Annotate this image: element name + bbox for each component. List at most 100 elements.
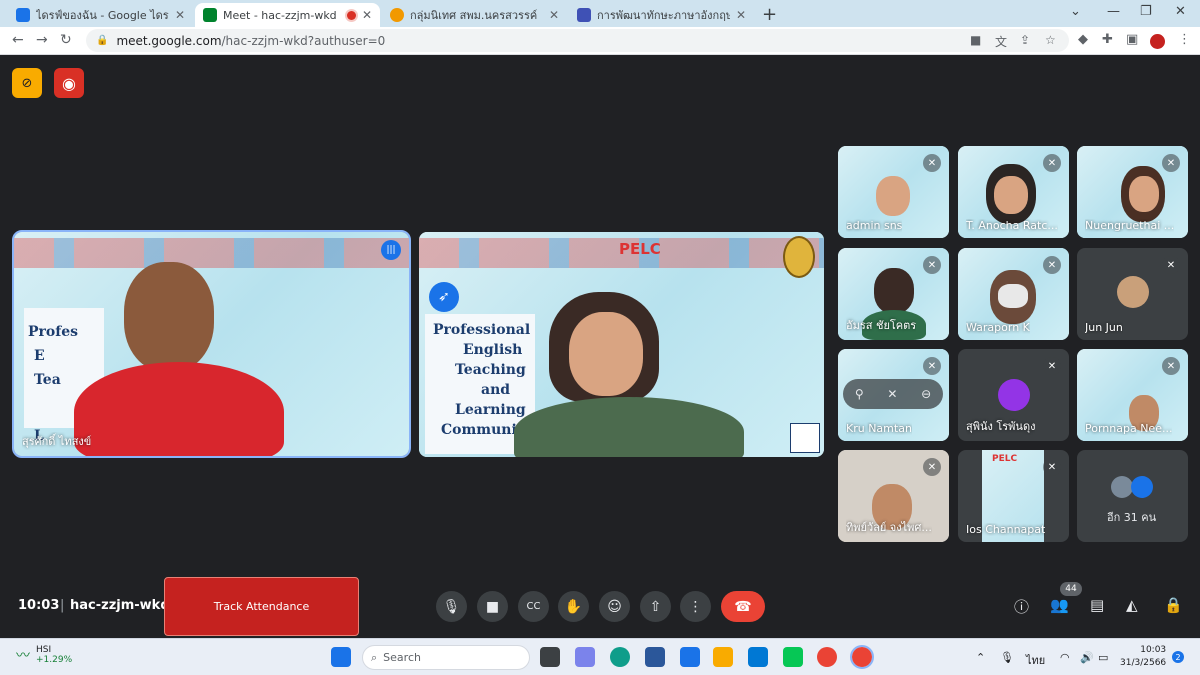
participant-tile[interactable]: PELC ✕ Ios Channapat <box>958 450 1069 542</box>
present-screen-button[interactable]: ⇧ <box>640 591 671 622</box>
tab-supervision-group[interactable]: กลุ่มนิเทศ สพม.นครสวรรค์ ✕ <box>382 3 567 27</box>
extension-icon[interactable]: ◆ <box>1078 32 1088 47</box>
tab-meet[interactable]: Meet - hac-zzjm-wkd ✕ <box>195 3 380 27</box>
participant-tile[interactable]: ✕ Nuengruethai ... <box>1077 146 1188 238</box>
participant-name: Waraporn K <box>966 321 1030 334</box>
participant-tile[interactable]: ✕ Pornnapa Nee... <box>1077 349 1188 441</box>
reload-icon[interactable]: ↻ <box>60 32 72 48</box>
close-tab-icon[interactable]: ✕ <box>175 8 185 22</box>
participant-tile[interactable]: ✕ Waraporn K <box>958 248 1069 340</box>
activities-icon[interactable]: ◭ <box>1126 596 1138 614</box>
close-window-button[interactable]: ✕ <box>1175 4 1186 19</box>
new-tab-button[interactable]: + <box>762 4 777 25</box>
meeting-info-icon[interactable]: ⓘ <box>1014 596 1029 617</box>
participant-tile[interactable]: ✕ T. Anocha Ratc... <box>958 146 1069 238</box>
browser-toolbar: ← → ↻ 🔒 meet.google.com/hac-zzjm-wkd?aut… <box>0 27 1200 55</box>
stock-widget[interactable]: 〰 HSI +1.29% <box>16 645 72 665</box>
leave-call-button[interactable]: ☎ <box>721 591 765 622</box>
chat-icon[interactable]: ▤ <box>1090 596 1104 614</box>
chrome-icon[interactable] <box>817 647 837 667</box>
slide-text-line: Teaching <box>455 362 526 378</box>
url-path: /hac-zzjm-wkd?authuser=0 <box>221 33 386 48</box>
tab-english-development[interactable]: การพัฒนาทักษะภาษาอังกฤษ English ✕ <box>569 3 754 27</box>
more-participants-tile[interactable]: อีก 31 คน <box>1077 450 1188 542</box>
volume-icon[interactable]: 🔊 <box>1080 651 1094 664</box>
remove-participant-icon[interactable]: ⊖ <box>921 387 931 401</box>
taskbar-search[interactable]: ⌕ Search <box>362 645 530 670</box>
menu-kebab-icon[interactable]: ⋮ <box>1178 32 1191 47</box>
camera-in-use-icon[interactable]: ■ <box>970 33 981 47</box>
profile-avatar[interactable] <box>1150 34 1165 49</box>
forward-icon[interactable]: → <box>36 32 48 48</box>
captions-button[interactable]: CC <box>518 591 549 622</box>
mic-off-icon: ✕ <box>1043 256 1061 274</box>
main-video-tile-presenter[interactable]: PELC ➶ Professional English Teaching and… <box>419 232 824 457</box>
raise-hand-button[interactable]: ✋ <box>558 591 589 622</box>
pin-icon[interactable]: ⚲ <box>855 387 864 401</box>
microphone-button[interactable]: 🎙 <box>436 591 467 622</box>
share-icon[interactable]: ⇪ <box>1020 33 1030 47</box>
participant-tile[interactable]: ✕ Jun Jun <box>1077 248 1188 340</box>
close-tab-icon[interactable]: ✕ <box>549 8 559 22</box>
host-controls-icon[interactable]: 🔒 <box>1164 596 1183 614</box>
mute-participant-icon[interactable]: ✕ <box>887 387 897 401</box>
tab-search-icon[interactable]: ⌄ <box>1070 4 1081 19</box>
microphone-tray-icon[interactable]: 🎙 <box>1000 651 1014 664</box>
people-icon[interactable]: 👥 <box>1050 596 1069 614</box>
main-video-tile-speaker[interactable]: Profes E Tea L ||| สุรศักดิ์ ไทสงข์ <box>12 230 411 458</box>
address-bar[interactable]: 🔒 meet.google.com/hac-zzjm-wkd?authuser=… <box>86 29 1069 52</box>
participant-tile[interactable]: ⚲ ✕ ⊖ ✕ Kru Namtan <box>838 349 949 441</box>
wifi-icon[interactable]: ◠ <box>1060 651 1070 664</box>
lock-icon[interactable]: 🔒 <box>96 35 108 46</box>
file-explorer-icon[interactable] <box>713 647 733 667</box>
chrome-profile-icon[interactable] <box>850 645 874 669</box>
meeting-code: hac-zzjm-wkd <box>70 598 170 613</box>
reactions-button[interactable]: ☺ <box>599 591 630 622</box>
mic-off-icon: ✕ <box>1043 458 1061 476</box>
camera-off-indicator-icon[interactable]: ⊘ <box>12 68 42 98</box>
camera-button[interactable]: ■ <box>477 591 508 622</box>
close-tab-icon[interactable]: ✕ <box>736 8 746 22</box>
input-language[interactable]: ไทย <box>1026 651 1045 669</box>
close-tab-icon[interactable]: ✕ <box>362 8 372 22</box>
participant-name: สุพินัง โรพันดุง <box>966 420 1036 433</box>
google-meet-icon <box>203 8 217 22</box>
back-icon[interactable]: ← <box>12 32 24 48</box>
word-icon[interactable] <box>645 647 665 667</box>
minimize-button[interactable]: — <box>1107 4 1120 19</box>
taskbar-clock[interactable]: 10:03 31/3/2566 <box>1120 644 1166 670</box>
participant-tile[interactable]: ✕ สุพินัง โรพันดุง <box>958 349 1069 441</box>
edge-icon[interactable] <box>610 647 630 667</box>
tray-overflow-icon[interactable]: ⌃ <box>976 651 985 664</box>
mail-icon[interactable] <box>748 647 768 667</box>
browser-tab-strip: ไดรฟ์ของฉัน - Google ไดรฟ์ ✕ Meet - hac-… <box>0 0 1200 27</box>
tab-google-drive[interactable]: ไดรฟ์ของฉัน - Google ไดรฟ์ ✕ <box>8 3 193 27</box>
translate-icon[interactable]: 文 <box>995 33 1007 50</box>
camera-icon: ■ <box>485 598 500 615</box>
mic-off-icon: ✕ <box>1043 357 1061 375</box>
recording-icon[interactable]: ◉ <box>54 68 84 98</box>
meeting-time: 10:03 <box>18 598 60 613</box>
restore-button[interactable]: ❐ <box>1140 4 1152 19</box>
notification-badge[interactable]: 2 <box>1172 651 1184 663</box>
participant-name: Ios Channapat <box>966 523 1046 536</box>
participant-tile[interactable]: ✕ อัมรส ชัยโคตร <box>838 248 949 340</box>
participant-tile[interactable]: ✕ admin sns <box>838 146 949 238</box>
bookmark-star-icon[interactable]: ☆ <box>1045 33 1056 47</box>
more-options-button[interactable]: ⋮ <box>680 591 711 622</box>
participant-name: Kru Namtan <box>846 422 912 435</box>
mic-off-icon: ✕ <box>1162 357 1180 375</box>
task-view-icon[interactable] <box>540 647 560 667</box>
teams-chat-icon[interactable] <box>575 647 595 667</box>
side-panel-icon[interactable]: ▣ <box>1126 32 1138 47</box>
recording-indicator-icon <box>346 10 356 20</box>
line-icon[interactable] <box>783 647 803 667</box>
track-attendance-button[interactable]: Track Attendance <box>164 577 359 636</box>
app-l-icon[interactable] <box>680 647 700 667</box>
slide-text-line: Tea <box>34 372 61 388</box>
windows-start-icon[interactable] <box>331 647 351 667</box>
extensions-puzzle-icon[interactable]: ✚ <box>1102 32 1113 47</box>
present-icon: ⇧ <box>649 598 662 615</box>
battery-icon[interactable]: ▭ <box>1098 651 1108 664</box>
participant-tile[interactable]: ✕ ทิพย์วัลย์ จงไพศ... <box>838 450 949 542</box>
